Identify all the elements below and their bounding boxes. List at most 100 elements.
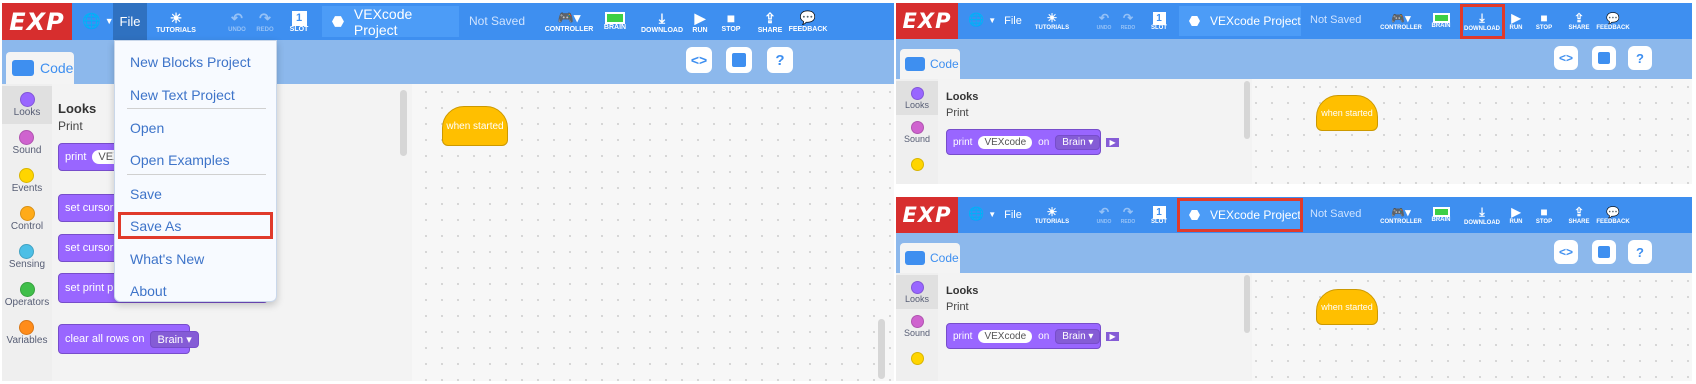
category-events[interactable] [910,343,924,373]
clear-all-rows-block[interactable]: clear all rows on Brain ▾ [58,324,199,354]
menu-whats-new[interactable]: What's New [130,251,204,267]
category-looks[interactable]: Looks [2,86,52,124]
menu-new-text-project[interactable]: New Text Project [130,87,235,103]
code-tab[interactable]: Code [6,52,74,84]
code-workspace[interactable]: Looks Sound Looks Print print VEXcode on Br… [896,273,1692,381]
stop-button[interactable]: ■ STOP [1532,200,1556,230]
category-control[interactable]: Control [11,200,43,238]
slot-button[interactable]: 1 SLOT [1147,6,1171,36]
flyout-scrollbar[interactable] [400,90,407,156]
sound-dot-icon [910,120,924,134]
when-started-block[interactable]: when started [1316,95,1378,131]
share-button[interactable]: ⇪ SHARE [756,6,784,37]
block-value[interactable]: VEXcode [978,329,1033,343]
undo-button[interactable]: ↶ UNDO [224,6,250,37]
file-menu-button[interactable]: File [998,3,1028,39]
slot-button[interactable]: 1 SLOT [1147,200,1171,230]
workspace-scrollbar[interactable] [878,319,885,379]
feedback-button[interactable]: 💬 FEEDBACK [1596,6,1630,36]
download-button[interactable]: ⤓ DOWNLOAD [1464,200,1500,230]
help-icon[interactable]: ? [767,47,793,73]
undo-button[interactable]: ↶ UNDO [1092,6,1116,36]
print-block[interactable]: print VEXcode on Brain ▾ ▶ [946,129,1119,155]
code-workspace[interactable]: Looks Sound Looks Print print VEXcode on Br… [896,79,1692,184]
code-tab[interactable]: Code [900,49,960,79]
help-icon[interactable]: ? [1628,46,1652,70]
menu-about[interactable]: About [130,283,167,299]
language-menu[interactable]: 🌐 ▼ [968,12,996,28]
tutorials-button[interactable]: ☀ TUTORIALS [154,6,198,37]
category-operators[interactable]: Operators [5,276,49,314]
category-sound[interactable]: Sound [904,115,930,149]
print-block[interactable]: print VEXcode on Brain ▾ ▶ [946,323,1119,349]
top-toolbar: EXP 🌐 ▼ File ☀ TUTORIALS ↶ UNDO ↷ REDO 1 SLOT… [2,3,894,40]
category-sound[interactable]: Sound [13,124,41,162]
run-button[interactable]: ▶ RUN [1505,200,1527,230]
share-button[interactable]: ⇪ SHARE [1566,6,1592,36]
sound-dot-icon [910,314,924,328]
block-value[interactable]: VEXcode [978,135,1033,149]
download-button[interactable]: ⤓ DOWNLOAD [641,6,683,37]
category-sensing[interactable]: Sensing [9,238,45,276]
code-view-icon[interactable]: <> [1554,240,1578,264]
redo-label: REDO [256,27,274,33]
category-events[interactable] [910,149,924,179]
category-events[interactable]: Events [12,162,42,200]
undo-button[interactable]: ↶ UNDO [1092,200,1116,230]
device-info-icon[interactable] [1592,46,1616,70]
brain-button[interactable]: BRAIN [595,6,635,37]
share-button[interactable]: ⇪ SHARE [1566,200,1592,230]
code-view-icon[interactable]: <> [686,47,712,73]
tutorials-button[interactable]: ☀ TUTORIALS [1032,6,1072,36]
globe-icon: 🌐 [82,13,101,30]
tutorials-button[interactable]: ☀ TUTORIALS [1032,200,1072,230]
menu-open[interactable]: Open [130,120,164,136]
brain-button[interactable]: BRAIN [1424,200,1458,230]
lightbulb-icon: ☀ [169,9,183,26]
run-icon: ▶ [1511,205,1521,219]
when-started-block[interactable]: when started [1316,289,1378,325]
redo-button[interactable]: ↷ REDO [1116,6,1140,36]
when-started-block[interactable]: when started [442,106,508,146]
menu-new-blocks-project[interactable]: New Blocks Project [130,54,251,70]
category-label: Sensing [8,259,46,270]
device-info-icon[interactable] [726,47,752,73]
brain-dropdown[interactable]: Brain ▾ [1055,328,1101,344]
redo-button[interactable]: ↷ REDO [1116,200,1140,230]
help-icon[interactable]: ? [1628,240,1652,264]
file-menu-button[interactable]: File [998,197,1028,233]
category-variables[interactable]: Variables [7,314,47,352]
code-tab[interactable]: Code [900,243,960,273]
menu-save[interactable]: Save [130,186,162,202]
language-menu[interactable]: 🌐 ▼ [968,206,996,222]
language-menu[interactable]: 🌐 ▼ [82,12,114,30]
device-info-icon[interactable] [1592,240,1616,264]
redo-button[interactable]: ↷ REDO [252,6,278,37]
category-looks[interactable]: Looks [896,275,938,309]
controller-button[interactable]: 🎮▾ CONTROLLER [1380,6,1422,36]
flyout-scrollbar[interactable] [1244,275,1250,333]
stop-button[interactable]: ■ STOP [717,6,745,37]
project-name-field[interactable]: VEXcode Project [1179,6,1301,36]
feedback-button[interactable]: 💬 FEEDBACK [1596,200,1630,230]
brain-dropdown[interactable]: Brain ▾ [150,330,199,348]
feedback-button[interactable]: 💬 FEEDBACK [789,6,828,37]
brain-button[interactable]: BRAIN [1424,6,1458,36]
brain-dropdown[interactable]: Brain ▾ [1055,134,1101,150]
menu-open-examples[interactable]: Open Examples [130,152,230,168]
category-sound[interactable]: Sound [904,309,930,343]
file-menu-button[interactable]: File [113,3,147,40]
controller-button[interactable]: 🎮▾ CONTROLLER [1380,200,1422,230]
looks-dot-icon [910,86,924,100]
category-looks[interactable]: Looks [896,81,938,115]
run-button[interactable]: ▶ RUN [1505,6,1527,36]
stop-button[interactable]: ■ STOP [1532,6,1556,36]
flyout-scrollbar[interactable] [1244,81,1250,139]
code-view-icon[interactable]: <> [1554,46,1578,70]
slot-button[interactable]: 1 SLOT [286,6,312,37]
project-name-field[interactable]: VEXcode Project [322,6,459,38]
controller-button[interactable]: 🎮▾ CONTROLLER [545,6,594,37]
run-button[interactable]: ▶ RUN [687,6,713,37]
block-on-label: on [1038,136,1050,148]
category-label: Sound [903,133,931,144]
